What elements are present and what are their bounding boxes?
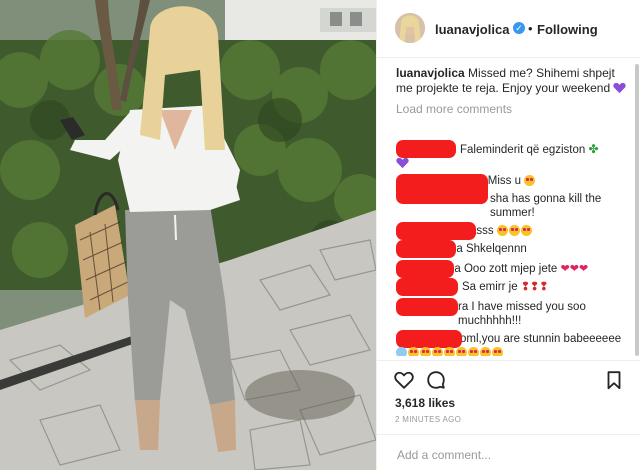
caption-username[interactable]: luanavjolica — [396, 66, 465, 80]
post-header: luanavjolica ✓ • Following — [377, 0, 640, 58]
comments-scrollbar[interactable] — [635, 64, 639, 362]
heart-icon[interactable] — [393, 369, 415, 391]
scrollbar-thumb[interactable] — [635, 64, 639, 356]
comment-item: na Ooo zott mjep jete ❤❤❤ — [396, 260, 628, 278]
comment-item: Faleminderit që egziston ✤ — [396, 140, 628, 171]
comment-item: asss — [396, 222, 628, 240]
avatar[interactable] — [395, 13, 425, 43]
comment-icon[interactable] — [425, 369, 447, 391]
avatar-image — [395, 13, 425, 43]
header-separator: • — [528, 21, 533, 36]
heart-eyes-emoji-icon — [420, 347, 431, 356]
four-leaf-clover-icon: ✤ — [588, 142, 599, 156]
red-exclamation-icon: ❢ — [530, 281, 540, 293]
bookmark-icon[interactable] — [603, 369, 625, 391]
heart-eyes-emoji-icon — [524, 175, 536, 186]
comment-item: ra I have missed you soo muchhhhh!!! — [396, 298, 628, 328]
caption: luanavjolica Missed me? Shihemi shpejt m… — [396, 66, 628, 96]
load-more-comments-button[interactable]: Load more comments — [396, 102, 628, 116]
comment-item: na Shkelqennn — [396, 240, 628, 258]
heart-eyes-emoji-icon — [408, 347, 419, 356]
comment-text: sha has gonna kill the summer! — [490, 193, 602, 219]
comment-item: oml,you are stunnin babeeeeee — [396, 330, 628, 356]
heart-eyes-emoji-icon — [492, 347, 503, 356]
comment-text: Sa emirr je — [462, 281, 518, 293]
purple-heart-icon — [396, 157, 409, 169]
redaction-mark — [396, 140, 456, 158]
post-side-panel: luanavjolica ✓ • Following luanavjolica … — [376, 0, 640, 470]
heart-eyes-emoji-icon — [444, 347, 455, 356]
post-actions: 3,618 likes 2 MINUTES AGO — [377, 360, 640, 470]
likes-count[interactable]: 3,618 likes — [395, 396, 455, 410]
comment-item: i Miss u — [396, 174, 628, 204]
red-exclamation-icon: ❢ — [539, 281, 549, 293]
red-exclamation-icon: ❢ — [520, 281, 531, 293]
redaction-mark — [396, 330, 462, 348]
comment-text: Faleminderit që egziston — [460, 144, 586, 156]
redaction-mark — [396, 278, 458, 296]
verified-badge-icon: ✓ — [513, 22, 525, 34]
comment-text: na Shkelqennn — [450, 243, 527, 255]
post-photo-illustration — [0, 0, 376, 470]
red-heart-icon: ❤ — [569, 263, 579, 275]
heart-eyes-emoji-icon — [496, 225, 508, 236]
post-photo[interactable] — [0, 0, 376, 470]
comment-item: Sa emirr je ❢❢❢ — [396, 278, 628, 296]
red-heart-icon: ❤ — [560, 263, 570, 275]
red-heart-icon: ❤ — [578, 263, 589, 275]
heart-eyes-emoji-icon — [432, 347, 443, 356]
redaction-mark — [396, 260, 454, 278]
heart-eyes-emoji-icon — [480, 347, 491, 356]
add-comment-input[interactable] — [395, 445, 624, 465]
heart-eyes-emoji-icon — [456, 347, 467, 356]
purple-heart-icon — [613, 82, 627, 94]
crying-laughing-emoji-icon — [396, 347, 407, 356]
redaction-mark — [396, 222, 476, 240]
redaction-mark — [396, 240, 456, 258]
comments-list[interactable]: luanavjolica Missed me? Shihemi shpejt m… — [396, 66, 628, 356]
redaction-mark — [396, 298, 458, 316]
heart-eyes-emoji-icon — [520, 225, 532, 236]
following-button[interactable]: Following — [537, 22, 598, 37]
comment-text: na Ooo zott mjep jete — [448, 263, 558, 275]
heart-eyes-emoji-icon — [468, 347, 479, 356]
instagram-post: luanavjolica ✓ • Following luanavjolica … — [0, 0, 640, 470]
add-comment-box — [377, 434, 640, 471]
post-timestamp: 2 MINUTES AGO — [395, 415, 462, 424]
comment-item: sha has gonna kill the summer! — [396, 192, 628, 220]
header-username[interactable]: luanavjolica — [435, 22, 509, 37]
heart-eyes-emoji-icon — [508, 225, 520, 236]
